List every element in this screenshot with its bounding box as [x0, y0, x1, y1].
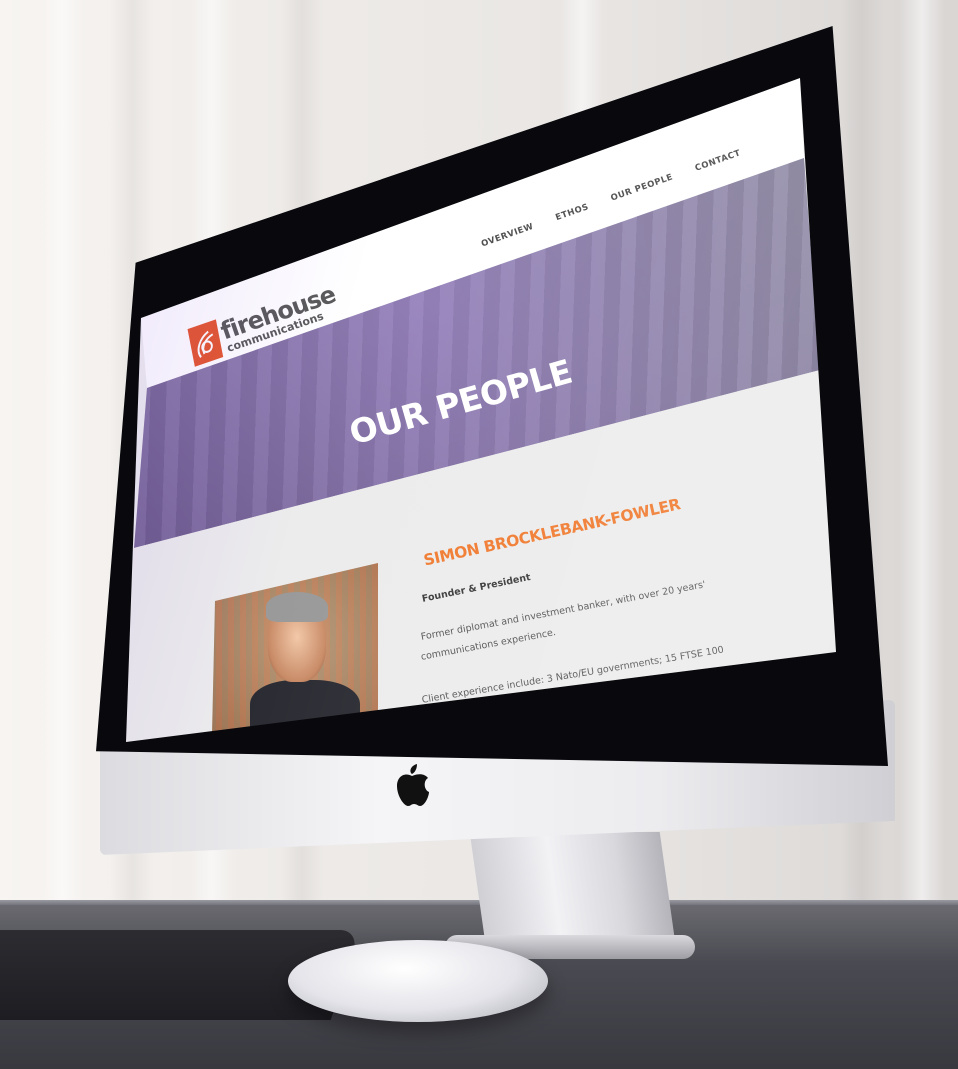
logo-swirl-icon — [197, 330, 214, 358]
monitor-stand — [469, 832, 677, 950]
apple-logo-icon — [397, 764, 429, 806]
curtain-pleat — [900, 0, 944, 900]
curtain-pleat — [40, 0, 84, 900]
portrait-hair — [266, 592, 328, 622]
magic-mouse — [288, 940, 548, 1022]
